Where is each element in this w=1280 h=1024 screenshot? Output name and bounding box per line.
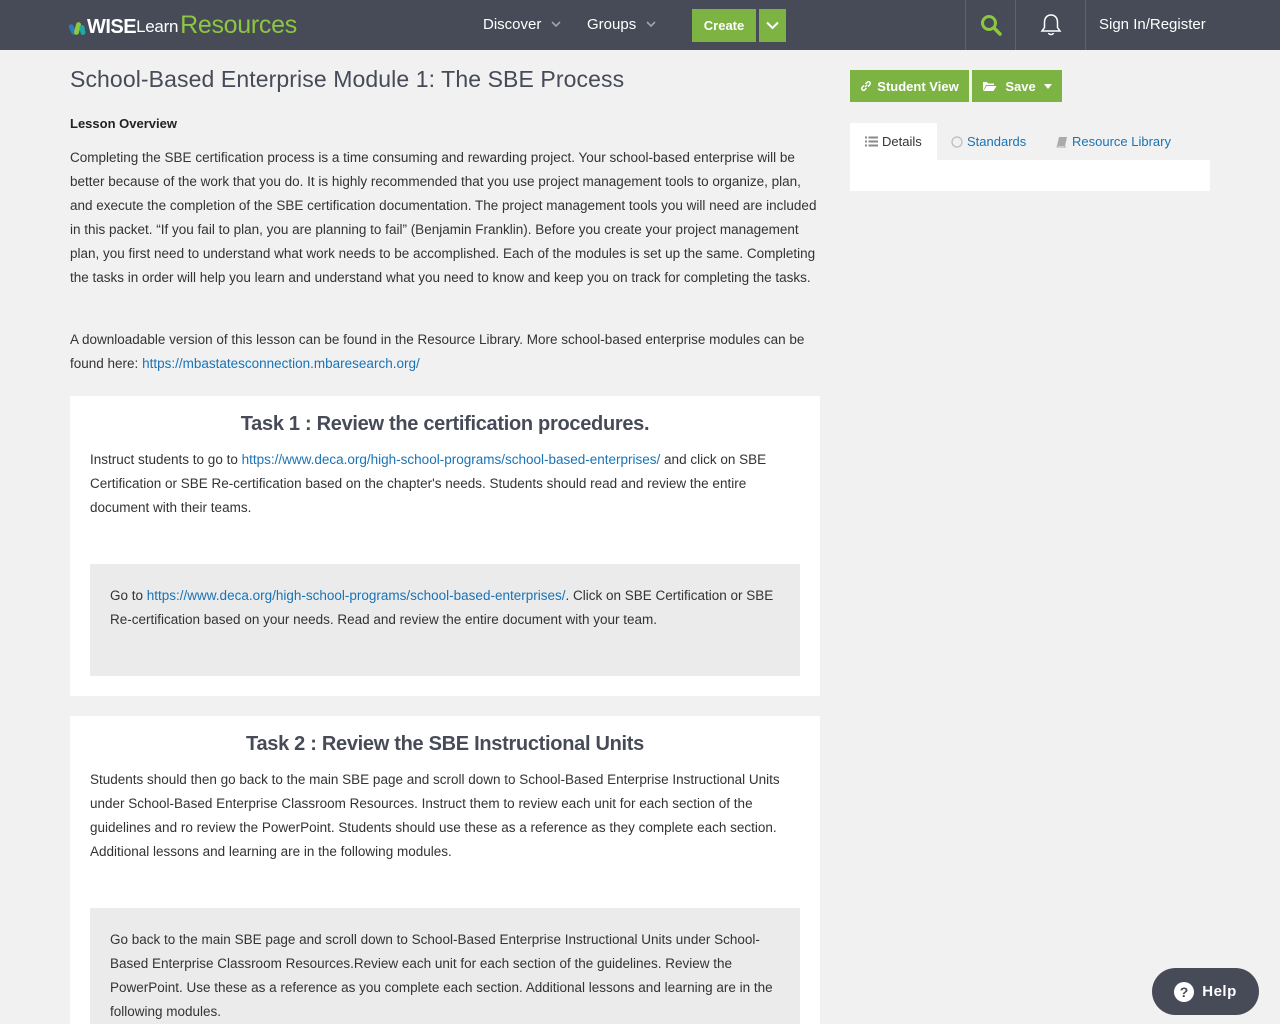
search-icon [980, 15, 1002, 36]
question-icon: ? [1174, 981, 1195, 1002]
student-instruction-box: Go back to the main SBE page and scroll … [90, 908, 800, 1024]
circle-icon [951, 135, 963, 148]
student-view-button[interactable]: Student View [850, 70, 969, 102]
deca-sbe-link[interactable]: https://www.deca.org/high-school-program… [147, 588, 566, 603]
nav-groups-label: Groups [587, 16, 637, 33]
task-title: Task 1 : Review the certification proced… [240, 413, 650, 435]
notifications-button[interactable] [1016, 0, 1085, 50]
task-title: Task 2 : Review the SBE Instructional Un… [246, 733, 644, 755]
wiselearn-logo[interactable]: WISE Learn Resources [67, 11, 297, 39]
list-icon [865, 136, 878, 147]
task-instructor-text-before: Instruct students to go to [90, 452, 242, 467]
lesson-overview-text: Completing the SBE certification process… [70, 150, 817, 285]
nav-discover[interactable]: Discover [483, 0, 561, 50]
link-icon [861, 80, 872, 92]
task-instructor-text: Instruct students to go to https://www.d… [90, 448, 802, 520]
tab-standards[interactable]: Standards [951, 123, 1026, 160]
search-button[interactable] [966, 0, 1015, 50]
sign-in-register-link[interactable]: Sign In/Register [1099, 0, 1206, 50]
tab-details[interactable]: Details [850, 123, 937, 160]
save-button[interactable]: Save [972, 70, 1062, 102]
save-label: Save [1005, 78, 1036, 94]
logo-learn-text: Learn [136, 17, 179, 36]
student-view-label: Student View [877, 78, 959, 94]
tab-standards-label: Standards [967, 134, 1027, 149]
caret-down-icon [1043, 83, 1052, 89]
tab-details-label: Details [882, 134, 922, 149]
page-title: School-Based Enterprise Module 1: The SB… [70, 66, 625, 92]
tab-resource-library[interactable]: Resource Library [1056, 123, 1171, 160]
bell-icon [1040, 14, 1061, 36]
logo-wise-text: WISE [87, 16, 137, 38]
chevron-down-icon [766, 21, 779, 30]
task-instructor-text: Students should then go back to the main… [90, 772, 780, 859]
logo-mark-icon [67, 20, 86, 36]
book-icon [1056, 136, 1067, 147]
tab-resource-library-label: Resource Library [1072, 134, 1171, 149]
student-instruction-text-before: Go to [110, 588, 147, 603]
nav-groups[interactable]: Groups [587, 0, 656, 50]
mbastatesconnection-link[interactable]: https://mbastatesconnection.mbaresearch.… [142, 356, 420, 371]
help-button[interactable]: ? Help [1152, 968, 1259, 1015]
download-note: A downloadable version of this lesson ca… [70, 328, 822, 376]
chevron-down-icon [551, 1, 561, 51]
task-card: Task 1 : Review the certification proced… [70, 396, 820, 696]
deca-sbe-link[interactable]: https://www.deca.org/high-school-program… [242, 452, 661, 467]
nav-divider [1085, 0, 1086, 50]
help-label: Help [1202, 983, 1237, 1000]
lesson-overview-heading: Lesson Overview [70, 116, 177, 131]
create-dropdown-button[interactable] [759, 9, 786, 42]
logo-resources-text: Resources [180, 11, 297, 39]
student-instruction-text: Go to https://www.deca.org/high-school-p… [110, 584, 780, 632]
nav-discover-label: Discover [483, 16, 542, 33]
create-button[interactable]: Create [692, 9, 756, 42]
student-instruction-text: Go back to the main SBE page and scroll … [110, 932, 773, 1019]
top-nav: WISE Learn Resources Discover Groups Cre… [0, 0, 1280, 50]
folder-open-icon [983, 82, 997, 91]
task-card: Task 2 : Review the SBE Instructional Un… [70, 716, 820, 1024]
chevron-down-icon [646, 1, 656, 51]
student-instruction-box: Go to https://www.deca.org/high-school-p… [90, 564, 800, 676]
details-panel [850, 160, 1210, 191]
